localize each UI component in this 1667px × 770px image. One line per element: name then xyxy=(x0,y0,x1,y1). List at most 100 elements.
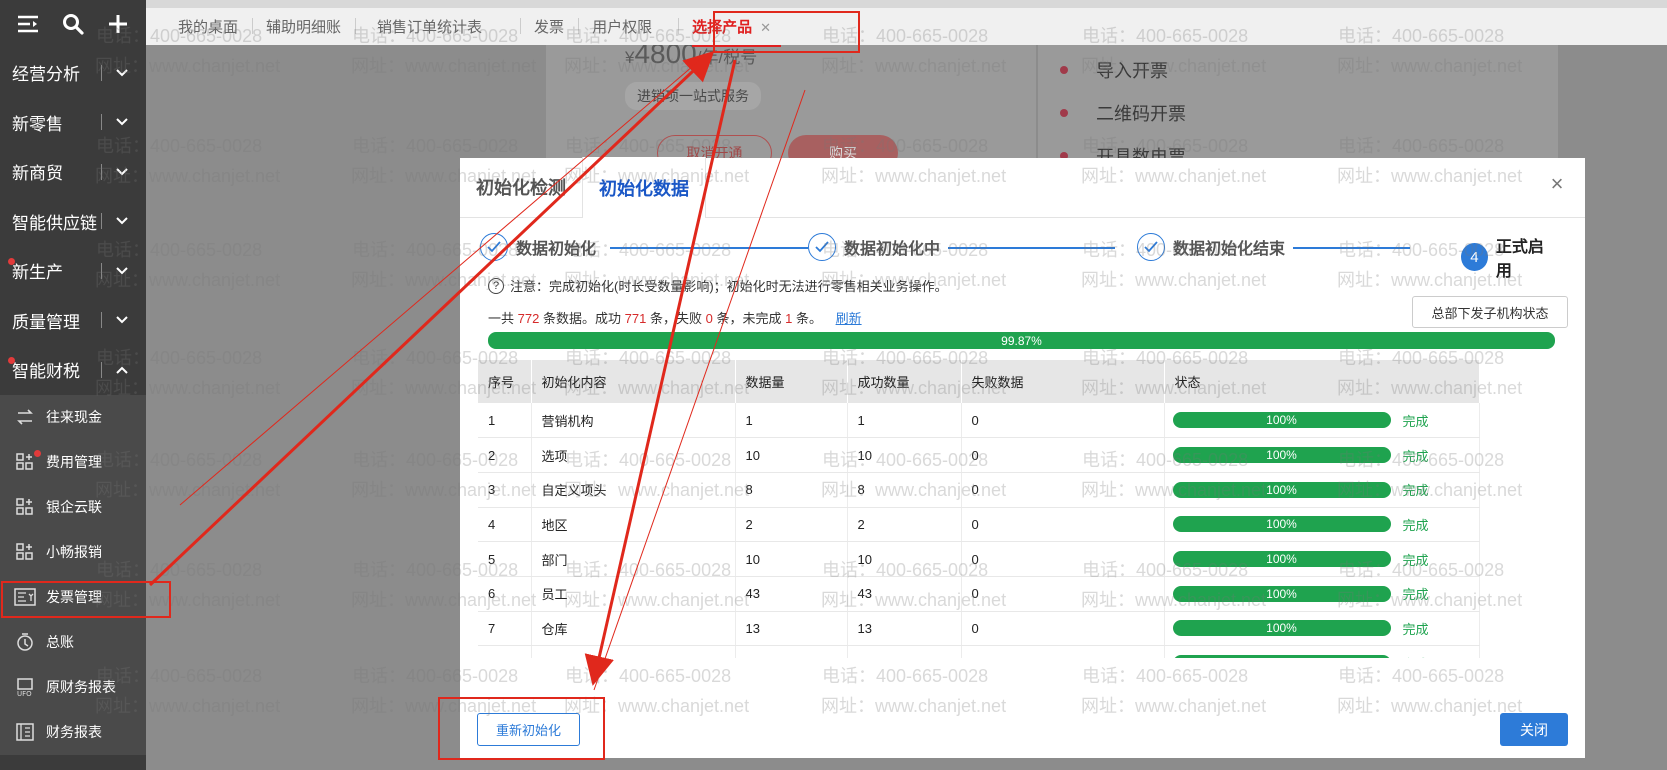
cell-status: 100% 完成 xyxy=(1164,437,1480,473)
tab-user-permission[interactable]: 用户权限 xyxy=(578,16,666,37)
svg-text:UFO: UFO xyxy=(17,690,32,697)
cell-content: 员工 xyxy=(531,576,736,612)
step-data-initializing: 数据初始化中 xyxy=(808,233,949,261)
init-steps: 数据初始化 数据初始化中 数据初始化结束 4 正式启用 xyxy=(480,233,1565,281)
bullet-icon xyxy=(1060,65,1068,74)
tab-sales-order-stats[interactable]: 销售订单统计表 xyxy=(355,16,520,37)
sidebar-menu-item[interactable]: 质量管理 xyxy=(0,296,146,346)
notification-dot xyxy=(34,449,41,457)
sidebar-subitem[interactable]: 小畅报销 xyxy=(0,530,146,575)
table-row[interactable]: 2 选项 10 10 0 100% 完成 xyxy=(478,437,1480,473)
refresh-link[interactable]: 刷新 xyxy=(836,311,862,326)
chevron-down-icon[interactable] xyxy=(110,63,134,83)
chevron-down-icon[interactable] xyxy=(110,261,134,281)
menu-label: 智能供应链 xyxy=(12,213,97,233)
chevron-down-icon[interactable] xyxy=(110,162,134,182)
cell-content: 营销机构 xyxy=(531,403,736,439)
cell-count: 10 xyxy=(735,437,848,473)
tab-aux-ledger[interactable]: 辅助明细账 xyxy=(252,16,355,37)
sidebar-subitem[interactable]: 发票管理 xyxy=(0,575,146,620)
sidebar-menu-item[interactable]: 智能财税 xyxy=(0,345,146,395)
sidebar-submenu: 往来现金 费用管理 银企云联 小畅报销 发票管理总账 UFO 原财务报表财务报表 xyxy=(0,394,146,755)
sidebar-toolbar xyxy=(0,0,146,48)
cell-no: 6 xyxy=(478,576,532,612)
cell-count: 13 xyxy=(735,611,848,647)
menu-label: 智能财税 xyxy=(12,362,80,382)
sidebar-subitem[interactable]: 总账 xyxy=(0,620,146,665)
table-row[interactable]: 3 自定义项头 8 8 0 100% 完成 xyxy=(478,472,1480,508)
cell-no: 3 xyxy=(478,472,532,508)
chevron-down-icon[interactable] xyxy=(110,112,134,132)
cell-count: 1 xyxy=(735,645,848,658)
grid-plus-icon xyxy=(14,496,36,518)
tab-select-product[interactable]: 选择产品 ✕ xyxy=(678,16,785,47)
table-row[interactable]: 5 部门 10 10 0 100% 完成 xyxy=(478,541,1480,577)
reinitialize-button[interactable]: 重新初始化 xyxy=(477,713,580,746)
chevron-down-icon[interactable] xyxy=(110,211,134,231)
tab-label: 辅助明细账 xyxy=(266,19,342,36)
table-row[interactable]: 4 地区 2 2 0 100% 完成 xyxy=(478,507,1480,543)
sidebar-menu-item[interactable]: 新零售 xyxy=(0,98,146,148)
help-icon: ? xyxy=(488,277,504,294)
table-row[interactable]: 1 营销机构 1 1 0 100% 完成 xyxy=(478,403,1480,439)
divider xyxy=(101,64,102,81)
search-icon[interactable] xyxy=(59,10,87,38)
status-text: 完成 xyxy=(1402,413,1429,429)
cell-fail: 0 xyxy=(961,437,1165,473)
subitem-label: 总账 xyxy=(46,634,74,650)
close-button[interactable]: 关闭 xyxy=(1500,713,1568,746)
row-progress-bar: 100% xyxy=(1172,585,1391,602)
table-row[interactable]: 7 仓库 13 13 0 100% 完成 xyxy=(478,611,1480,647)
cell-count: 43 xyxy=(735,576,848,612)
step-connector xyxy=(935,247,1115,249)
sidebar-subitem[interactable]: 银企云联 xyxy=(0,485,146,530)
row-progress-bar: 100% xyxy=(1172,551,1391,568)
step-data-init-finished: 数据初始化结束 xyxy=(1137,233,1294,261)
cell-content: 自定义项头 xyxy=(531,472,736,508)
close-icon[interactable]: × xyxy=(1545,171,1569,196)
sidebar-subitem[interactable]: 财务报表 xyxy=(0,710,146,755)
sidebar-menu-item[interactable]: 新商贸 xyxy=(0,147,146,197)
overall-progress-label: 99.87% xyxy=(1001,333,1042,348)
cell-status: 100% 完成 xyxy=(1164,507,1480,543)
tab-invoice[interactable]: 发票 xyxy=(520,16,578,37)
close-tab-icon[interactable]: ✕ xyxy=(760,20,771,35)
chevron-down-icon[interactable] xyxy=(110,310,134,330)
tab-init-check[interactable]: 初始化检测 xyxy=(460,157,582,217)
tab-desktop[interactable]: 我的桌面 xyxy=(164,16,252,37)
bullet-icon xyxy=(1060,108,1068,117)
cell-success: 8 xyxy=(847,472,962,508)
tab-init-data[interactable]: 初始化数据 xyxy=(582,157,706,218)
feature-item: 导入开票 xyxy=(1060,48,1186,91)
status-text: 完成 xyxy=(1402,621,1429,637)
sidebar-subitem[interactable]: UFO 原财务报表 xyxy=(0,665,146,710)
table-header: 序号 初始化内容 数据量 成功数量 失败数据 状态 xyxy=(478,360,1480,403)
table-row[interactable]: 8项目分类110100%完成 xyxy=(478,645,1480,658)
cell-status: 100% 完成 xyxy=(1164,576,1480,612)
sidebar-menu-item[interactable]: 经营分析 xyxy=(0,48,146,98)
ufo-report-icon: UFO xyxy=(14,676,36,698)
sidebar-menu-item[interactable]: 新生产 xyxy=(0,246,146,296)
col-no: 序号 xyxy=(478,360,532,403)
row-progress-bar: 100% xyxy=(1172,620,1391,637)
cell-count: 10 xyxy=(735,541,848,577)
sidebar-menu-item[interactable]: 智能供应链 xyxy=(0,197,146,247)
divider xyxy=(101,312,102,329)
sidebar-subitem[interactable]: 往来现金 xyxy=(0,395,146,440)
subitem-label: 原财务报表 xyxy=(46,679,116,695)
status-text: 完成 xyxy=(1402,448,1429,464)
step-connector xyxy=(610,247,760,249)
col-fail: 失败数据 xyxy=(961,360,1165,403)
hq-distribute-status-button[interactable]: 总部下发子机构状态 xyxy=(1412,296,1568,328)
cell-success: 10 xyxy=(847,541,962,577)
chevron-up-icon[interactable] xyxy=(110,360,134,380)
plus-icon[interactable] xyxy=(104,10,132,38)
divider xyxy=(101,262,102,279)
cell-no: 1 xyxy=(478,403,532,439)
sidebar-subitem[interactable]: 费用管理 xyxy=(0,440,146,485)
row-progress-bar: 100% xyxy=(1172,447,1391,464)
menu-icon[interactable] xyxy=(14,10,42,38)
check-icon xyxy=(808,233,836,261)
table-row[interactable]: 6 员工 43 43 0 100% 完成 xyxy=(478,576,1480,612)
cell-content: 选项 xyxy=(531,437,736,473)
